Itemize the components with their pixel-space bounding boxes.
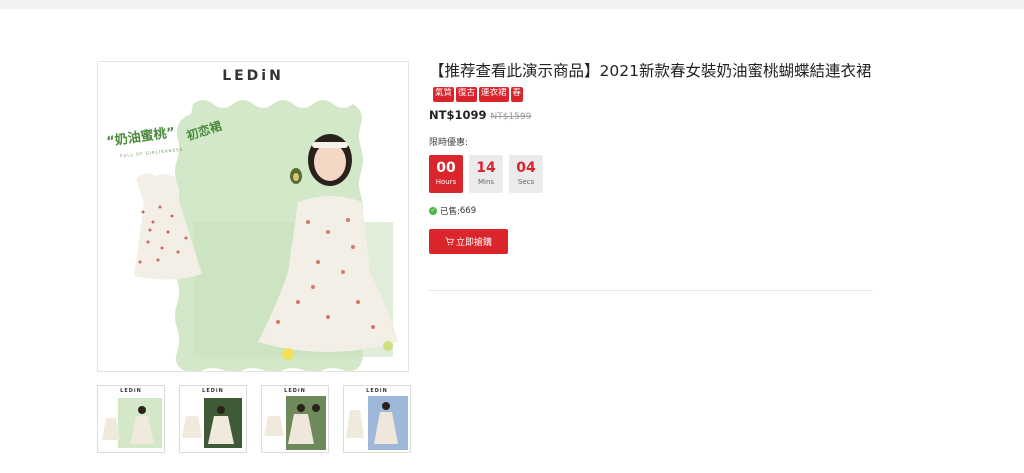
thumbnail-4[interactable]: LEDiN	[343, 385, 411, 453]
check-icon: ✓	[429, 207, 437, 215]
brand-logo: LEDiN	[222, 68, 284, 84]
original-price: NT$1599	[490, 112, 532, 122]
tag-badge[interactable]: 復古	[456, 87, 478, 102]
thumbnail-photo	[346, 396, 408, 450]
thumbnail-1[interactable]: LEDiN	[97, 385, 165, 453]
countdown-mins: 14 Mins	[469, 155, 503, 193]
tag-badge[interactable]: 氣質	[433, 87, 455, 102]
product-info: 【推荐查看此演示商品】2021新款春女裝奶油蜜桃蝴蝶結連衣裙 氣質 復古 連衣裙…	[429, 61, 873, 254]
thumbnail-brand: LEDiN	[120, 388, 142, 394]
countdown-timer: 00 Hours 14 Mins 04 Secs	[429, 155, 873, 193]
countdown-secs: 04 Secs	[509, 155, 543, 193]
thumbnail-brand: LEDiN	[284, 388, 306, 394]
tag-badge[interactable]: 連衣裙	[479, 87, 509, 102]
section-divider	[429, 290, 873, 291]
sold-label: 已售:	[440, 207, 460, 217]
countdown-mins-value: 14	[476, 160, 496, 176]
countdown-hours: 00 Hours	[429, 155, 463, 193]
thumbnail-brand: LEDiN	[366, 388, 388, 394]
top-bar	[0, 0, 1024, 9]
thumbnail-3[interactable]: LEDiN	[261, 385, 329, 453]
product-title: 【推荐查看此演示商品】2021新款春女裝奶油蜜桃蝴蝶結連衣裙	[429, 62, 872, 80]
thumbnail-photo	[102, 398, 162, 448]
countdown-mins-unit: Mins	[477, 178, 495, 186]
product-photo	[98, 62, 408, 371]
countdown-hours-value: 00	[436, 160, 456, 176]
countdown-hours-unit: Hours	[435, 178, 457, 186]
sold-count-row: ✓ 已售: 669	[429, 205, 873, 217]
price-row: NT$1099 NT$1599	[429, 108, 873, 122]
tag-badge[interactable]: 春	[510, 87, 524, 102]
thumbnail-photo	[264, 396, 326, 450]
thumbnail-strip: LEDiN LEDiN LEDiN LEDiN	[97, 385, 411, 455]
sold-count: 669	[459, 206, 477, 216]
cart-icon	[445, 237, 454, 246]
countdown-secs-unit: Secs	[517, 178, 535, 186]
thumbnail-brand: LEDiN	[202, 388, 224, 394]
buy-now-button[interactable]: 立即搶購	[429, 229, 508, 254]
buy-now-label: 立即搶購	[455, 238, 492, 248]
thumbnail-2[interactable]: LEDiN	[179, 385, 247, 453]
current-price: NT$1099	[429, 108, 487, 122]
thumbnail-photo	[182, 398, 242, 448]
promo-label: 限時優惠:	[429, 138, 469, 148]
product-main-image[interactable]: LEDiN “奶油蜜桃” 初恋裙 FULL OF GIRLISHNESS	[97, 61, 409, 372]
product-tags: 氣質 復古 連衣裙 春	[429, 87, 873, 102]
countdown-secs-value: 04	[516, 160, 536, 176]
